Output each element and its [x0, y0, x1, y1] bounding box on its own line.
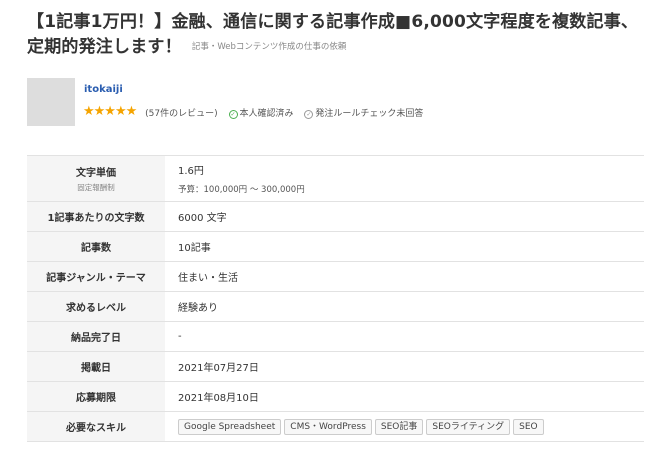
- table-row-chars: 1記事あたりの文字数 6000 文字: [27, 201, 644, 232]
- rating-stars-icon: ★★★★★: [83, 104, 137, 119]
- skill-tag[interactable]: SEO記事: [374, 418, 424, 435]
- price-value: 1.6円: [178, 166, 204, 177]
- identity-verified-badge: ✓ 本人確認済み: [228, 108, 297, 119]
- posted-label: 掲載日: [27, 351, 165, 382]
- level-label: 求めるレベル: [27, 291, 165, 322]
- level-value: 経験あり: [178, 303, 218, 314]
- check-circle-icon: ✓: [228, 109, 238, 119]
- posted-value: 2021年07月27日: [178, 363, 259, 374]
- price-label: 文字単価: [76, 168, 116, 179]
- table-row-deadline: 納品完了日 -: [27, 321, 644, 352]
- skills-list: Google Spreadsheet CMS・WordPress SEO記事 SEOラ…: [165, 412, 644, 442]
- table-row-level: 求めるレベル 経験あり: [27, 291, 644, 322]
- apply-deadline-value: 2021年08月10日: [178, 393, 259, 404]
- client-rating-row: ★★★★★ (57件のレビュー) ✓ 本人確認済み ✓ 発注ルールチェック未回答: [83, 105, 423, 121]
- job-title: 【1記事1万円！】金融、通信に関する記事作成■6,000文字程度を複数記事、定期…: [27, 10, 652, 60]
- skill-tag[interactable]: SEOライティング: [426, 418, 511, 435]
- identity-verified-text: 本人確認済み: [239, 108, 294, 119]
- table-row-count: 記事数 10記事: [27, 231, 644, 262]
- count-label: 記事数: [27, 231, 165, 262]
- rule-check-badge[interactable]: ✓ 発注ルールチェック未回答: [304, 109, 423, 119]
- table-row-posted: 掲載日 2021年07月27日: [27, 351, 644, 382]
- review-count-link[interactable]: (57件のレビュー): [145, 109, 217, 119]
- deadline-value: -: [178, 331, 182, 342]
- table-row-apply: 応募期限 2021年08月10日: [27, 381, 644, 412]
- skill-tag[interactable]: CMS・WordPress: [284, 418, 372, 435]
- table-row-genre: 記事ジャンル・テーマ 住まい・生活: [27, 261, 644, 292]
- job-details-table: 文字単価 固定報酬制 1.6円 予算：100,000円 〜 300,000円 1…: [27, 155, 644, 442]
- skills-label: 必要なスキル: [27, 411, 165, 442]
- client-avatar[interactable]: [27, 78, 75, 126]
- price-type-label: 固定報酬制: [77, 183, 115, 192]
- chars-value: 6000 文字: [178, 213, 227, 224]
- genre-label: 記事ジャンル・テーマ: [27, 261, 165, 292]
- apply-deadline-label: 応募期限: [27, 381, 165, 412]
- price-value-cell: 1.6円 予算：100,000円 〜 300,000円: [165, 156, 644, 202]
- job-category[interactable]: 記事・Webコンテンツ作成の仕事の依頼: [192, 42, 347, 52]
- rule-check-text: 発注ルールチェック未回答: [315, 108, 424, 119]
- skill-tag[interactable]: Google Spreadsheet: [178, 418, 282, 435]
- skill-tag[interactable]: SEO: [513, 418, 544, 435]
- price-label-cell: 文字単価 固定報酬制: [27, 155, 165, 202]
- check-circle-outline-icon: ✓: [304, 109, 314, 119]
- budget-range: 予算：100,000円 〜 300,000円: [178, 185, 305, 195]
- avatar-placeholder-icon: [27, 78, 75, 126]
- table-row-price: 文字単価 固定報酬制 1.6円 予算：100,000円 〜 300,000円: [27, 155, 644, 202]
- deadline-label: 納品完了日: [27, 321, 165, 352]
- client-name-link[interactable]: itokaiji: [84, 84, 123, 95]
- table-row-skills: 必要なスキル Google Spreadsheet CMS・WordPress SE…: [27, 411, 644, 442]
- count-value: 10記事: [178, 243, 211, 254]
- client-info: itokaiji ★★★★★ (57件のレビュー) ✓ 本人確認済み ✓ 発注ルール…: [27, 78, 647, 128]
- genre-value: 住まい・生活: [178, 273, 238, 284]
- chars-label: 1記事あたりの文字数: [27, 201, 165, 232]
